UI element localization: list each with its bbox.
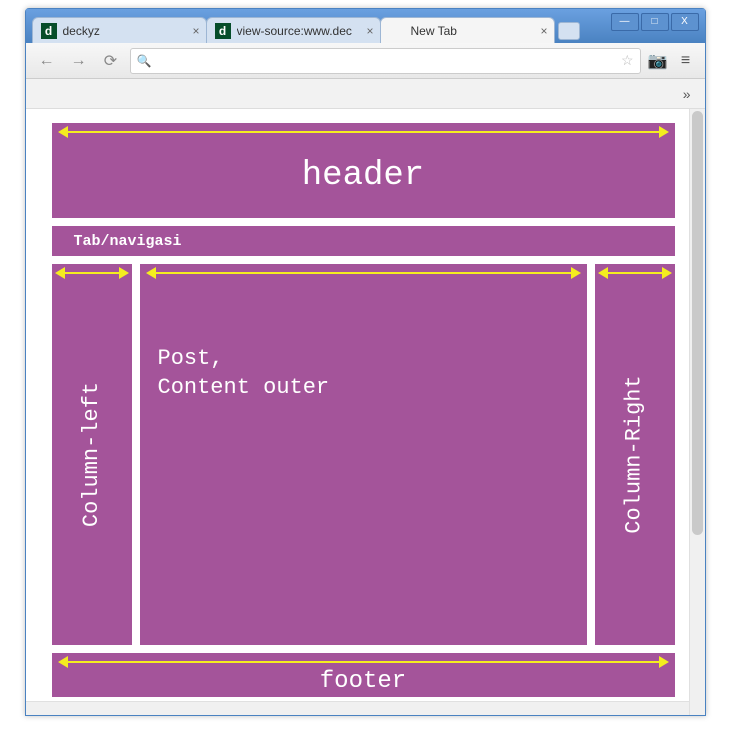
width-arrow-icon (598, 268, 672, 278)
reload-button[interactable]: ⟳ (98, 48, 124, 74)
favicon-icon: d (215, 23, 231, 39)
toolbar: ← → ⟳ 🔍 ☆ 📷 ≡ (26, 43, 705, 79)
maximize-button[interactable]: □ (641, 13, 669, 31)
layout-columns-row: Column-left Post, Content outer Column-R… (52, 264, 675, 645)
bookmarks-bar: » (26, 79, 705, 109)
header-label: header (302, 157, 424, 195)
column-left-label: Column-left (79, 382, 104, 527)
bookmark-star-icon[interactable]: ☆ (621, 52, 634, 69)
column-right-label: Column-Right (622, 375, 647, 533)
scrollbar-thumb[interactable] (692, 111, 703, 535)
browser-window: d deckyz × d view-source:www.dec × New T… (25, 8, 706, 716)
width-arrow-icon (58, 657, 669, 667)
layout-column-left: Column-left (52, 264, 132, 645)
horizontal-scrollbar[interactable] (26, 701, 689, 715)
layout-column-right: Column-Right (595, 264, 675, 645)
vertical-scrollbar[interactable] (689, 109, 705, 715)
search-icon: 🔍 (137, 54, 152, 68)
back-button[interactable]: ← (34, 48, 60, 74)
close-window-button[interactable]: X (671, 13, 699, 31)
address-input[interactable] (157, 53, 614, 68)
layout-content-outer: Post, Content outer (140, 264, 587, 645)
window-controls: — □ X (611, 13, 699, 31)
width-arrow-icon (146, 268, 581, 278)
tab-view-source[interactable]: d view-source:www.dec × (206, 17, 381, 43)
layout-nav-block: Tab/navigasi (52, 226, 675, 256)
forward-button[interactable]: → (66, 48, 92, 74)
tab-title: view-source:www.dec (237, 24, 352, 38)
omnibox[interactable]: 🔍 ☆ (130, 48, 641, 74)
favicon-icon (389, 23, 405, 39)
footer-label: footer (320, 668, 406, 695)
minimize-button[interactable]: — (611, 13, 639, 31)
tab-title: New Tab (411, 24, 457, 38)
tabstrip: d deckyz × d view-source:www.dec × New T… (32, 15, 580, 43)
close-icon[interactable]: × (534, 24, 547, 38)
tab-title: deckyz (63, 24, 100, 38)
width-arrow-icon (58, 127, 669, 137)
titlebar: d deckyz × d view-source:www.dec × New T… (26, 9, 705, 43)
content-label: Post, Content outer (158, 346, 330, 400)
menu-icon[interactable]: ≡ (675, 52, 697, 70)
camera-icon[interactable]: 📷 (647, 51, 669, 71)
layout-footer-block: footer (52, 653, 675, 697)
tab-new-tab[interactable]: New Tab × (380, 17, 555, 43)
favicon-icon: d (41, 23, 57, 39)
new-tab-button[interactable] (558, 22, 580, 40)
close-icon[interactable]: × (360, 24, 373, 38)
width-arrow-icon (55, 268, 129, 278)
content-viewport: header Tab/navigasi Column-left Post, Co… (26, 109, 705, 715)
nav-label: Tab/navigasi (74, 233, 182, 250)
close-icon[interactable]: × (186, 24, 199, 38)
tab-deckyz[interactable]: d deckyz × (32, 17, 207, 43)
overflow-chevron-icon[interactable]: » (683, 86, 691, 102)
page-content: header Tab/navigasi Column-left Post, Co… (26, 109, 689, 701)
layout-header-block: header (52, 123, 675, 218)
